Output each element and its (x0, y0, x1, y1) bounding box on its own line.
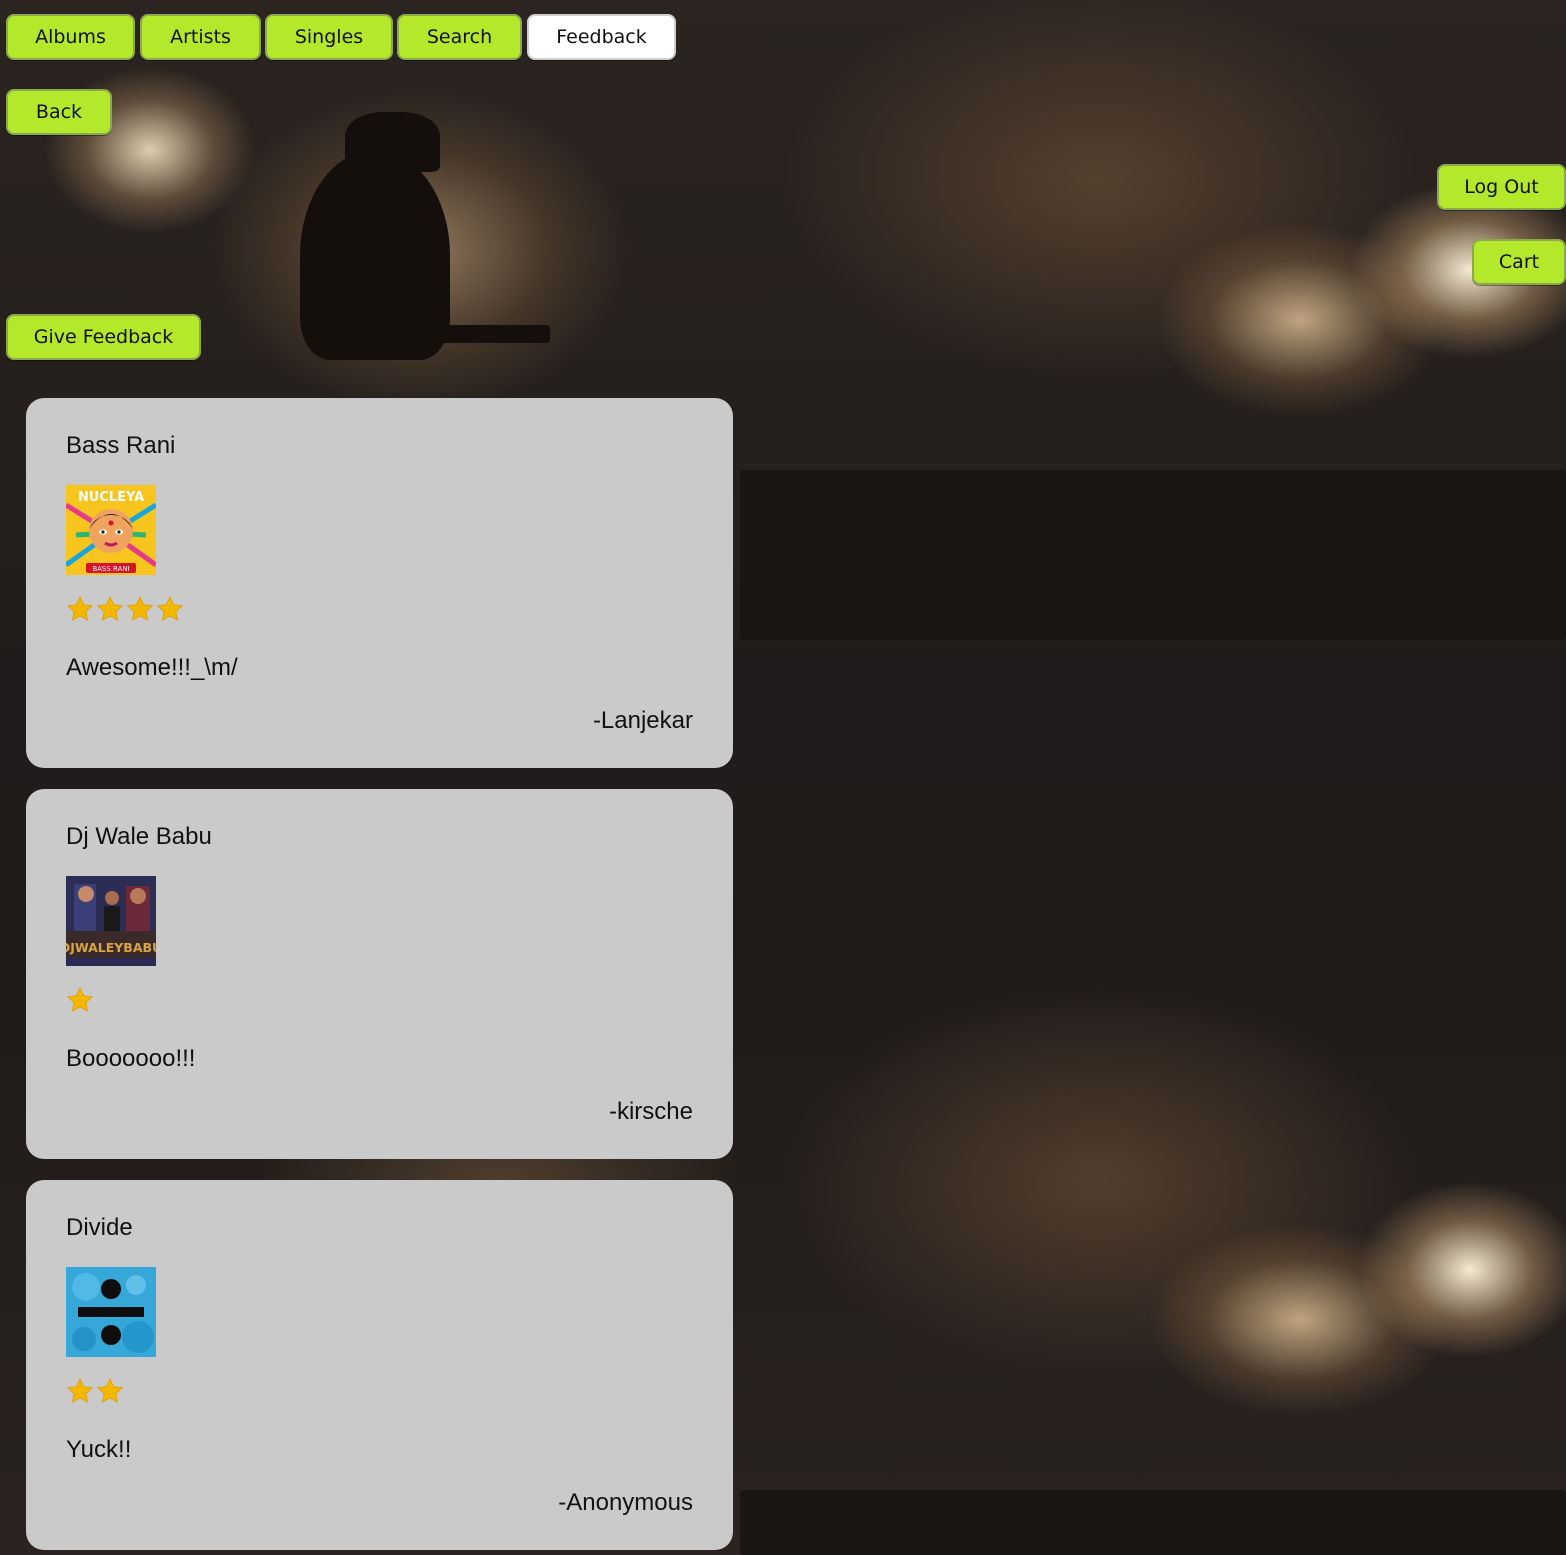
feedback-author: -kirsche (608, 1098, 693, 1125)
album-title: Divide (66, 1214, 133, 1241)
album-cover-divide-icon (66, 1267, 156, 1357)
stage-equipment-lower (740, 1490, 1566, 1555)
cover-text: DJWALEYBABU (66, 940, 156, 955)
star-icon (66, 987, 94, 1012)
star-icon (66, 596, 94, 621)
feedback-comment: Yuck!! (66, 1436, 132, 1463)
back-button[interactable]: Back (6, 89, 112, 135)
logout-button[interactable]: Log Out (1437, 164, 1566, 210)
feedback-author: -Lanjekar (592, 707, 693, 734)
cover-subtext: BASS RANI (92, 565, 129, 573)
star-icon (96, 596, 124, 621)
stage-equipment (740, 470, 1566, 640)
feedback-comment: Awesome!!!_\m/ (66, 654, 238, 681)
rating-stars (66, 986, 94, 1018)
star-icon (96, 1378, 124, 1403)
feedback-card: Divide Yuck!! -Anonymous (26, 1180, 733, 1550)
feedback-comment: Booooooo!!! (66, 1045, 196, 1072)
album-cover-dj-wale-babu-icon: DJWALEYBABU (66, 876, 156, 966)
guitarist-hat (345, 112, 440, 172)
give-feedback-button[interactable]: Give Feedback (6, 314, 201, 360)
feedback-card: Bass Rani NUCLEYA BASS RANI Awesome!!!_\… (26, 398, 733, 768)
tab-feedback[interactable]: Feedback (527, 14, 676, 60)
cart-button[interactable]: Cart (1472, 239, 1566, 285)
feedback-author: -Anonymous (558, 1489, 693, 1516)
rating-stars (66, 1377, 124, 1409)
cover-text: NUCLEYA (78, 490, 144, 505)
star-icon (156, 596, 184, 621)
feedback-card: Dj Wale Babu DJWALEYBABU Booooooo!!! -ki… (26, 789, 733, 1159)
album-title: Bass Rani (66, 432, 176, 459)
star-icon (66, 1378, 94, 1403)
star-icon (126, 596, 154, 621)
album-cover-bass-rani-icon: NUCLEYA BASS RANI (66, 485, 156, 575)
tab-albums[interactable]: Albums (6, 14, 135, 60)
tab-artists[interactable]: Artists (140, 14, 261, 60)
tab-search[interactable]: Search (397, 14, 522, 60)
rating-stars (66, 595, 184, 627)
album-title: Dj Wale Babu (66, 823, 212, 850)
tab-singles[interactable]: Singles (265, 14, 393, 60)
guitar-neck (340, 325, 550, 343)
